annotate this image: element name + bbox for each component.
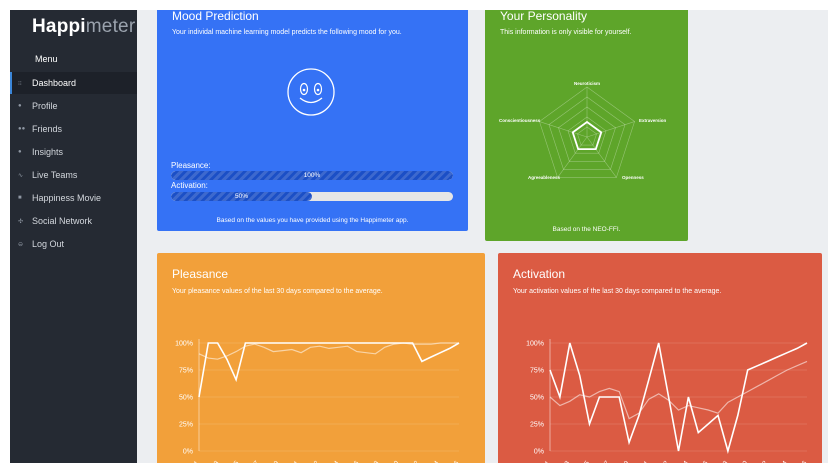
x-tick-label: 06/06 [694,460,710,463]
activation-chart-card: Activation Your activation values of the… [498,253,822,463]
x-tick-label: 06/04 [674,460,690,463]
sidebar-item-insights[interactable]: ● Insights [10,141,137,163]
y-tick-label: 100% [175,341,193,348]
pleasance-chart-card: Pleasance Your pleasance values of the l… [157,253,485,463]
x-tick-label: 05/25 [225,460,241,463]
x-tick-label: 05/21 [536,460,552,463]
sidebar-item-label: Log Out [32,239,65,249]
x-tick-label: 06/10 [385,460,401,463]
sidebar-item-log-out[interactable]: ⊖ Log Out [10,233,137,255]
x-tick-label: 05/21 [185,460,201,463]
y-tick-label: 75% [179,368,193,375]
x-tick-label: 06/14 [773,460,789,463]
radar-axis [539,121,588,138]
mood-prediction-card: Mood Prediction Your individal machine l… [157,10,468,231]
trait-label-openness: Openness [622,175,644,180]
sidebar-item-profile[interactable]: ● Profile [10,95,137,117]
sidebar-item-live-teams[interactable]: ∿ Live Teams [10,164,137,186]
y-tick-label: 0% [183,449,193,456]
sidebar-item-label: Friends [32,124,63,134]
x-tick-label: 05/23 [555,460,571,463]
personality-footnote: Based on the NEO-FFI. [552,226,621,233]
grid-icon: ⁝⁝ [18,80,22,87]
app-logo[interactable]: Happimeter [32,16,135,38]
network-icon: ✣ [18,218,24,225]
mood-card-title: Mood Prediction [172,10,259,23]
pleasance-value: 100% [303,172,321,179]
smiley-face-icon [287,68,335,116]
radar-axis [557,136,588,178]
x-tick-label: 06/02 [305,460,321,463]
y-tick-label: 0% [534,449,544,456]
y-tick-label: 25% [530,422,544,429]
brand-secondary: meter [85,16,136,37]
personality-radar-chart [539,86,635,178]
sidebar: Happimeter Menu ⁝⁝ Dashboard ● Profile ●● Fri… [10,10,137,463]
mood-footnote: Based on the values you have provided us… [216,217,409,224]
radar-axis [586,136,617,178]
x-tick-label: 05/31 [635,460,651,463]
x-tick-label: 05/29 [615,460,631,463]
trait-label-agreeableness: Agreeableness [528,175,561,180]
trait-label-neuroticism: Neuroticism [573,81,600,86]
sidebar-item-social-network[interactable]: ✣ Social Network [10,210,137,232]
sidebar-item-label: Dashboard [32,78,77,88]
sidebar-item-label: Happiness Movie [32,193,102,203]
sidebar-item-label: Profile [32,101,58,111]
personality-card: Your Personality This information is onl… [485,10,688,241]
x-tick-label: 06/12 [405,460,421,463]
x-tick-label: 06/02 [654,460,670,463]
pulse-icon: ∿ [18,172,24,179]
mood-card-subtitle: Your individal machine learning model pr… [172,29,402,36]
x-tick-label: 06/14 [425,460,441,463]
pleasance-progress-bar: 100% [171,171,453,180]
x-tick-label: 06/12 [753,460,769,463]
x-tick-label: 06/04 [325,460,341,463]
x-tick-label: 05/29 [265,460,281,463]
x-tick-label: 06/16 [445,460,461,463]
sidebar-item-label: Live Teams [32,170,78,180]
users-icon: ●● [18,126,26,132]
sidebar-item-label: Social Network [32,216,93,226]
activation-label: Activation: [171,181,208,190]
y-tick-label: 25% [179,422,193,429]
x-tick-label: 06/06 [345,460,361,463]
x-tick-label: 06/16 [793,460,809,463]
y-tick-label: 75% [530,368,544,375]
x-tick-label: 06/08 [714,460,730,463]
x-tick-label: 05/27 [245,460,261,463]
trait-label-extraversion: Extraversion [639,118,667,123]
x-tick-label: 05/27 [595,460,611,463]
y-tick-label: 50% [179,395,193,402]
activation-line-chart: 100% 75% 50% 25% 0% 05/2105/23 05/25 05/27 05/29… [526,339,809,463]
sidebar-item-label: Insights [32,147,64,157]
user-icon: ● [18,103,22,109]
x-tick-label: 06/08 [365,460,381,463]
x-tick-label: 05/25 [575,460,591,463]
activation-value: 50% [234,193,248,200]
lightbulb-icon: ● [18,149,22,155]
pleasance-line-chart: 100% 75% 50% 25% 0% 05/21 05/23 05/25 05/27 05/29… [175,339,461,463]
sidebar-item-happiness-movie[interactable]: ■ Happiness Movie [10,187,137,209]
app-frame: Happimeter Menu ⁝⁝ Dashboard ● Profile ●● Fri… [10,10,828,463]
menu-heading: Menu [35,54,58,64]
video-icon: ■ [18,195,22,201]
activation-progress-bar: 50% [171,192,453,201]
trait-label-conscientiousness: Conscientiousness [499,118,541,123]
sidebar-item-dashboard[interactable]: ⁝⁝ Dashboard [10,72,137,94]
x-tick-label: 05/31 [285,460,301,463]
x-tick-label: 06/10 [733,460,749,463]
radar-axis [586,121,635,138]
logout-icon: ⊖ [18,241,24,248]
x-tick-label: 05/23 [205,460,221,463]
y-tick-label: 100% [526,341,544,348]
pleasance-label: Pleasance: [171,161,211,170]
brand-primary: Happi [32,16,86,37]
y-tick-label: 50% [530,395,544,402]
sidebar-item-friends[interactable]: ●● Friends [10,118,137,140]
